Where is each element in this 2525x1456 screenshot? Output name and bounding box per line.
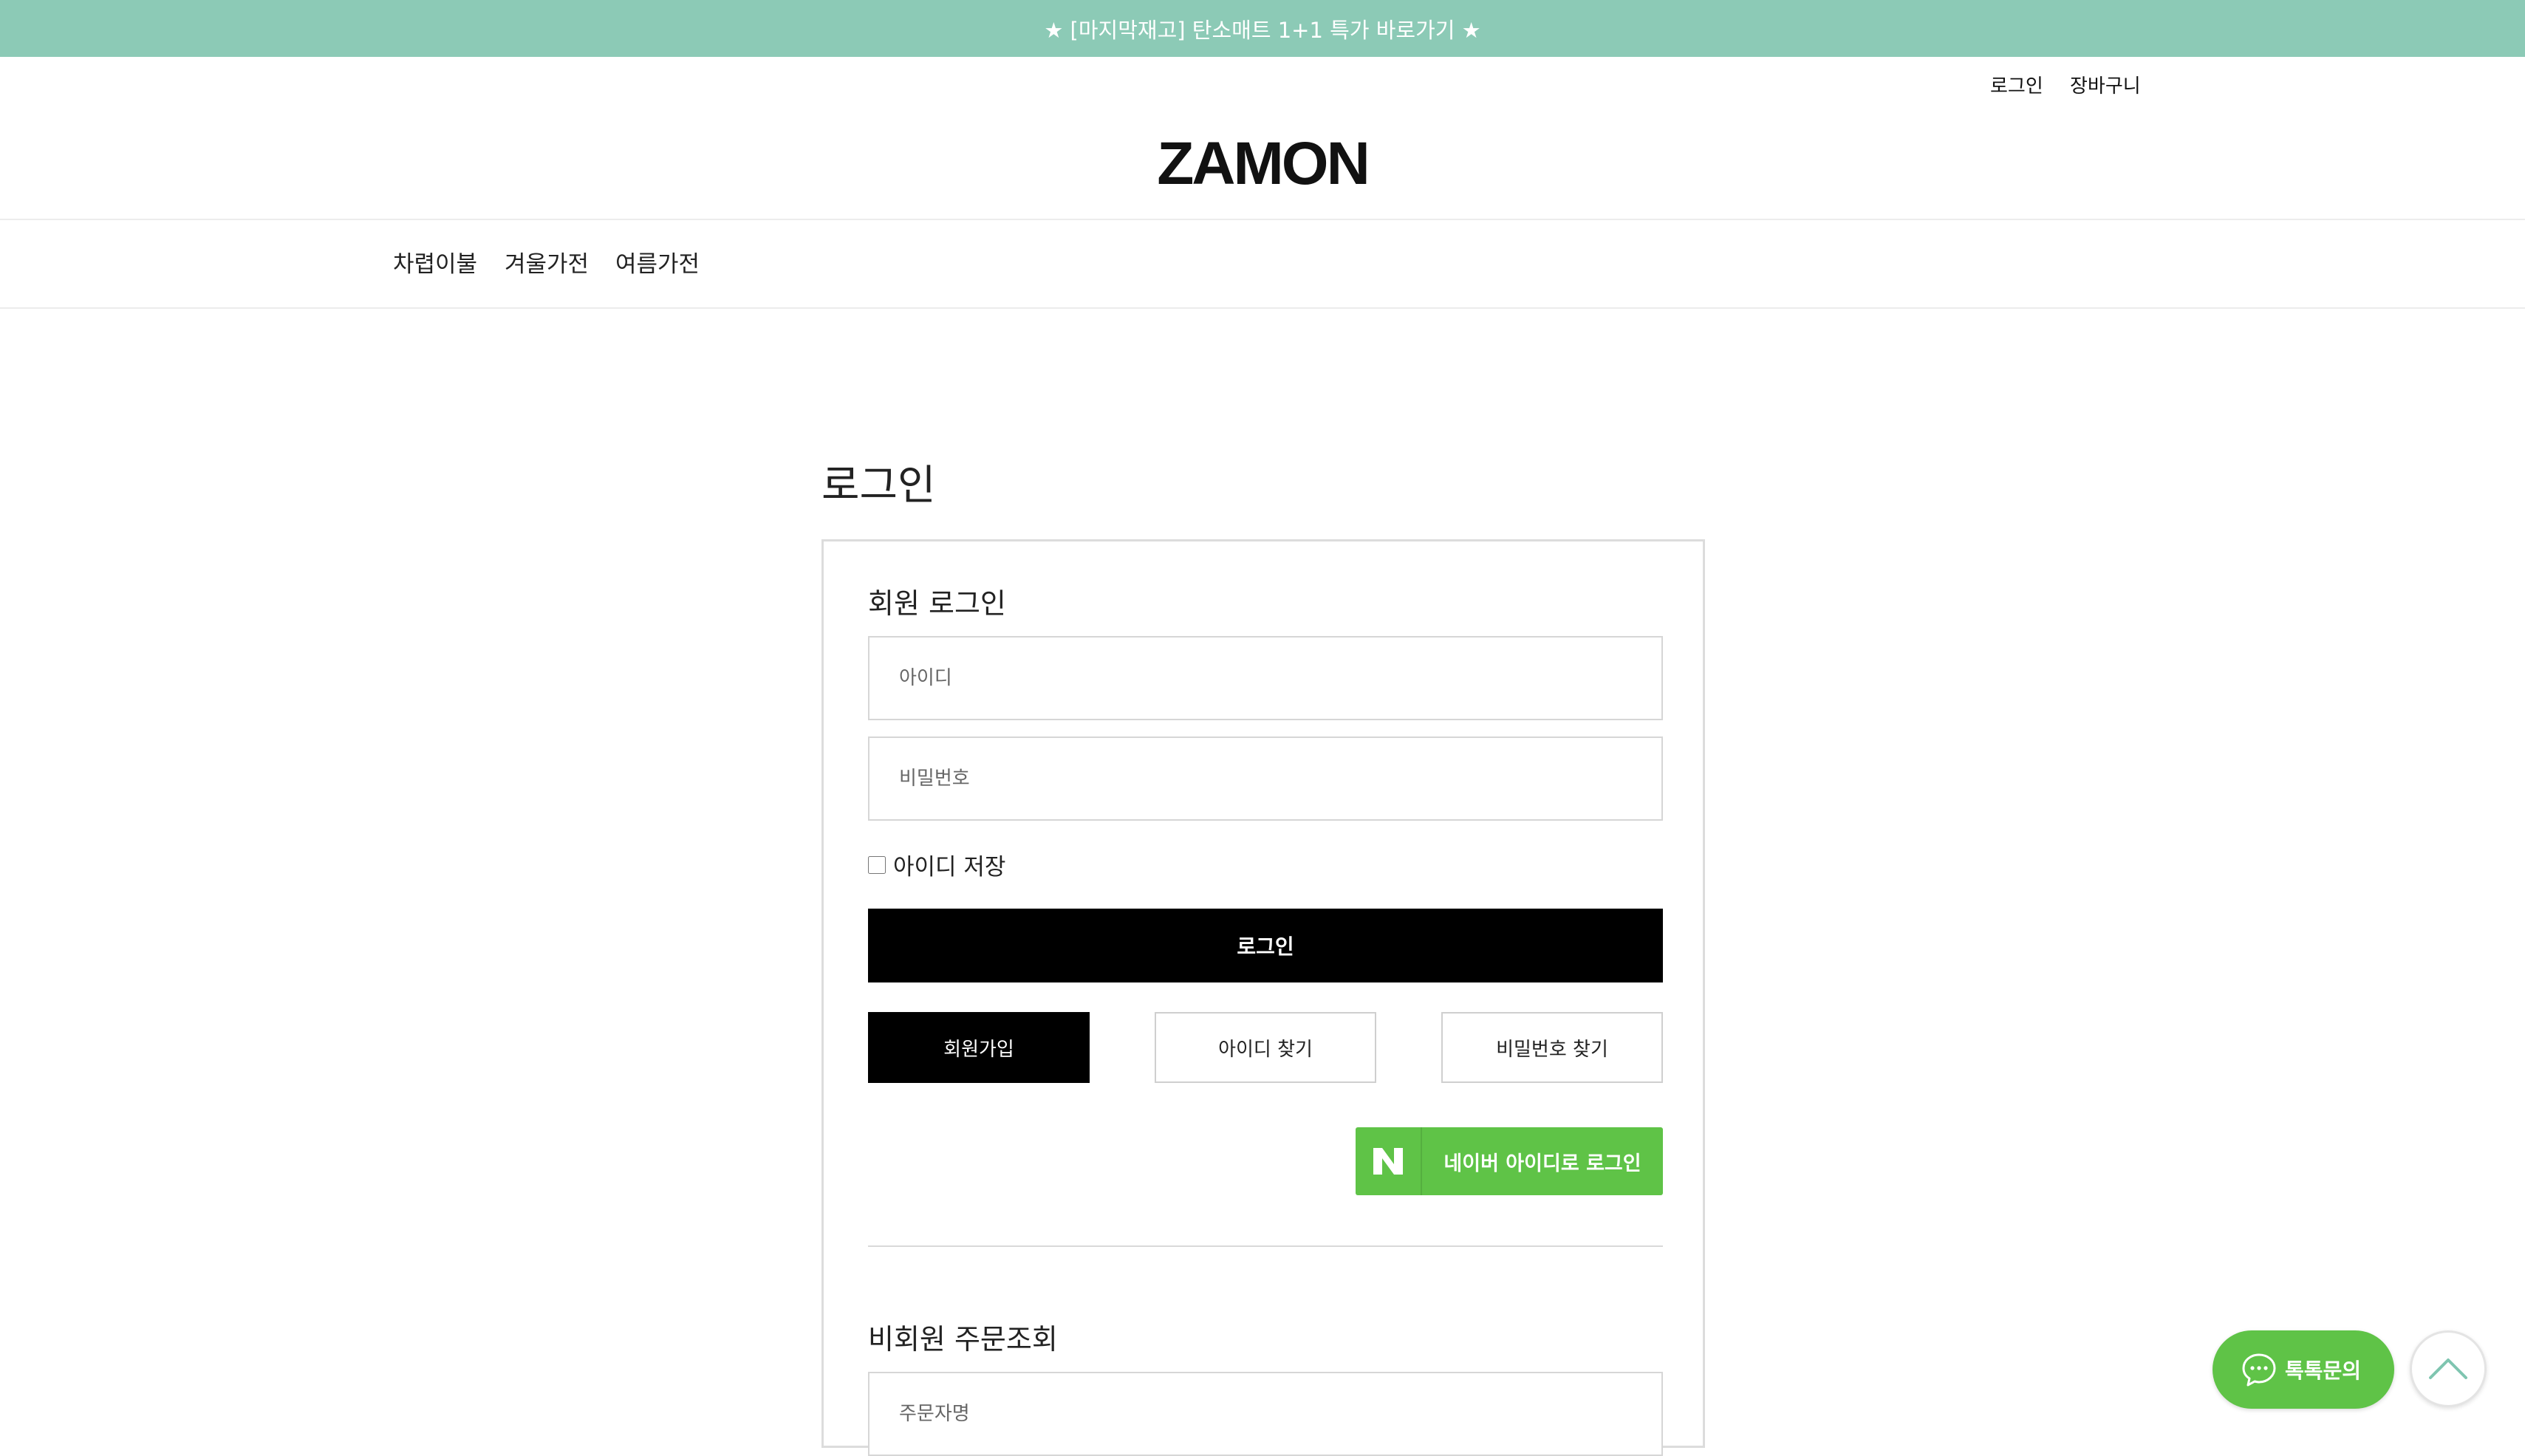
chat-bubble-icon [2242,1353,2276,1387]
remember-id[interactable]: 아이디 저장 [868,848,1005,881]
announcement-text[interactable]: ★ [마지막재고] 탄소매트 1+1 특가 바로가기 ★ [1044,13,1480,44]
naver-n-logo [1373,1148,1403,1175]
nav-item-winter-appliances[interactable]: 겨울가전 [505,245,589,278]
talk-inquiry-label: 톡톡문의 [2285,1358,2362,1383]
chevron-up-icon [2429,1358,2467,1379]
cart-link[interactable]: 장바구니 [2070,71,2141,98]
id-input[interactable] [868,636,1663,720]
member-login-title: 회원 로그인 [868,587,1006,620]
page-title: 로그인 [821,462,936,510]
naver-login-button[interactable]: 네이버 아이디로 로그인 [1356,1127,1663,1195]
scroll-top-button[interactable] [2410,1330,2487,1407]
site-logo[interactable]: ZAMON [0,131,2525,196]
find-id-button[interactable]: 아이디 찾기 [1155,1012,1376,1083]
password-input[interactable] [868,736,1663,821]
announcement-bar[interactable]: ★ [마지막재고] 탄소매트 1+1 특가 바로가기 ★ [0,0,2525,57]
login-link[interactable]: 로그인 [1990,71,2043,98]
naver-login-label: 네이버 아이디로 로그인 [1443,1152,1641,1175]
remember-id-label: 아이디 저장 [893,854,1006,881]
header-divider [0,219,2525,220]
nav-item-blanket[interactable]: 차렵이불 [393,245,477,278]
login-button[interactable]: 로그인 [868,909,1663,982]
nav-divider [0,307,2525,309]
remember-id-checkbox[interactable] [868,855,886,874]
nav-item-summer-appliances[interactable]: 여름가전 [615,245,700,278]
guest-order-title: 비회원 주문조회 [868,1323,1058,1356]
section-divider [868,1245,1663,1247]
talk-inquiry-button[interactable]: 톡톡문의 [2213,1330,2394,1409]
naver-icon [1356,1127,1422,1195]
orderer-name-input[interactable] [868,1372,1663,1456]
join-button[interactable]: 회원가입 [868,1012,1090,1083]
find-password-button[interactable]: 비밀번호 찾기 [1441,1012,1663,1083]
